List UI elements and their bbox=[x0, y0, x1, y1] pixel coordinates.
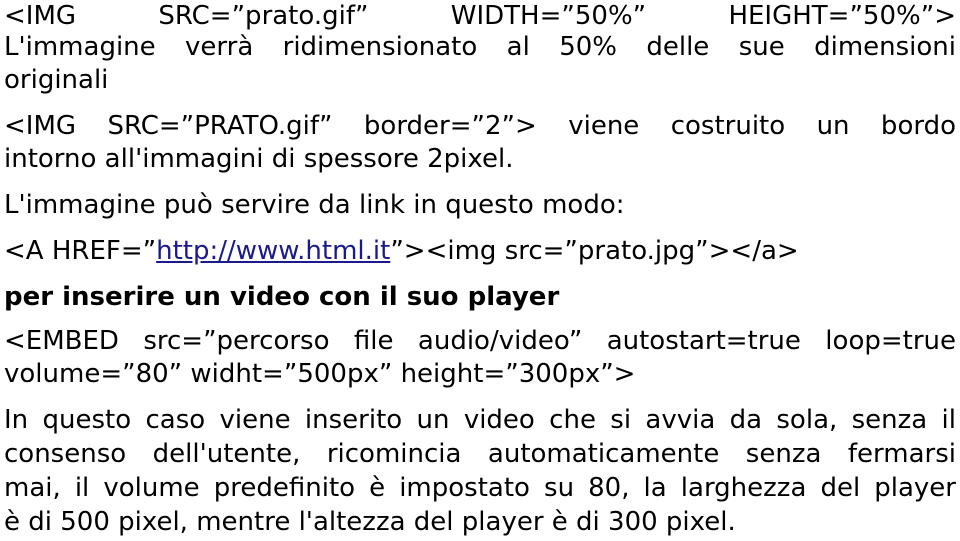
img-border-code: <IMG SRC=”PRATO.gif” border=”2”> viene c… bbox=[4, 111, 956, 141]
embed-desc-line3: mai, il volume predefinito è impostato s… bbox=[4, 473, 956, 503]
img-border-desc: intorno all'immagini di spessore 2pixel. bbox=[4, 144, 514, 174]
embed-desc-line1: In questo caso viene inserito un video c… bbox=[4, 405, 956, 435]
img-link-code-before: <A HREF=” bbox=[4, 236, 157, 266]
img-size-desc-line1: L'immagine verrà ridimensionato al 50% d… bbox=[4, 32, 956, 62]
embed-code-line2: volume=”80” widht=”500px” height=”300px”… bbox=[4, 359, 636, 389]
code-token: HEIGHT=”50%”> bbox=[728, 1, 956, 31]
video-heading: per inserire un video con il suo player bbox=[4, 282, 560, 312]
code-token: SRC=”prato.gif” bbox=[158, 1, 369, 31]
img-link-code-after: ”><img src=”prato.jpg”></a> bbox=[390, 236, 799, 266]
code-token: WIDTH=”50%” bbox=[450, 1, 647, 31]
embed-desc-line2: consenso dell'utente, ricomincia automat… bbox=[4, 439, 956, 469]
img-size-code: <IMG SRC=”prato.gif” WIDTH=”50%” HEIGHT=… bbox=[4, 0, 956, 33]
img-link-code: <A HREF=”http://www.html.it”><img src=”p… bbox=[4, 235, 956, 268]
img-size-desc-line2: originali bbox=[4, 65, 109, 95]
embed-code-line1: <EMBED src=”percorso file audio/video” a… bbox=[4, 326, 956, 356]
embed-desc-line4: è di 500 pixel, mentre l'altezza del pla… bbox=[4, 507, 736, 537]
html-it-link[interactable]: http://www.html.it bbox=[156, 236, 390, 266]
img-link-intro: L'immagine può servire da link in questo… bbox=[4, 190, 625, 220]
code-token: <IMG bbox=[4, 1, 77, 31]
